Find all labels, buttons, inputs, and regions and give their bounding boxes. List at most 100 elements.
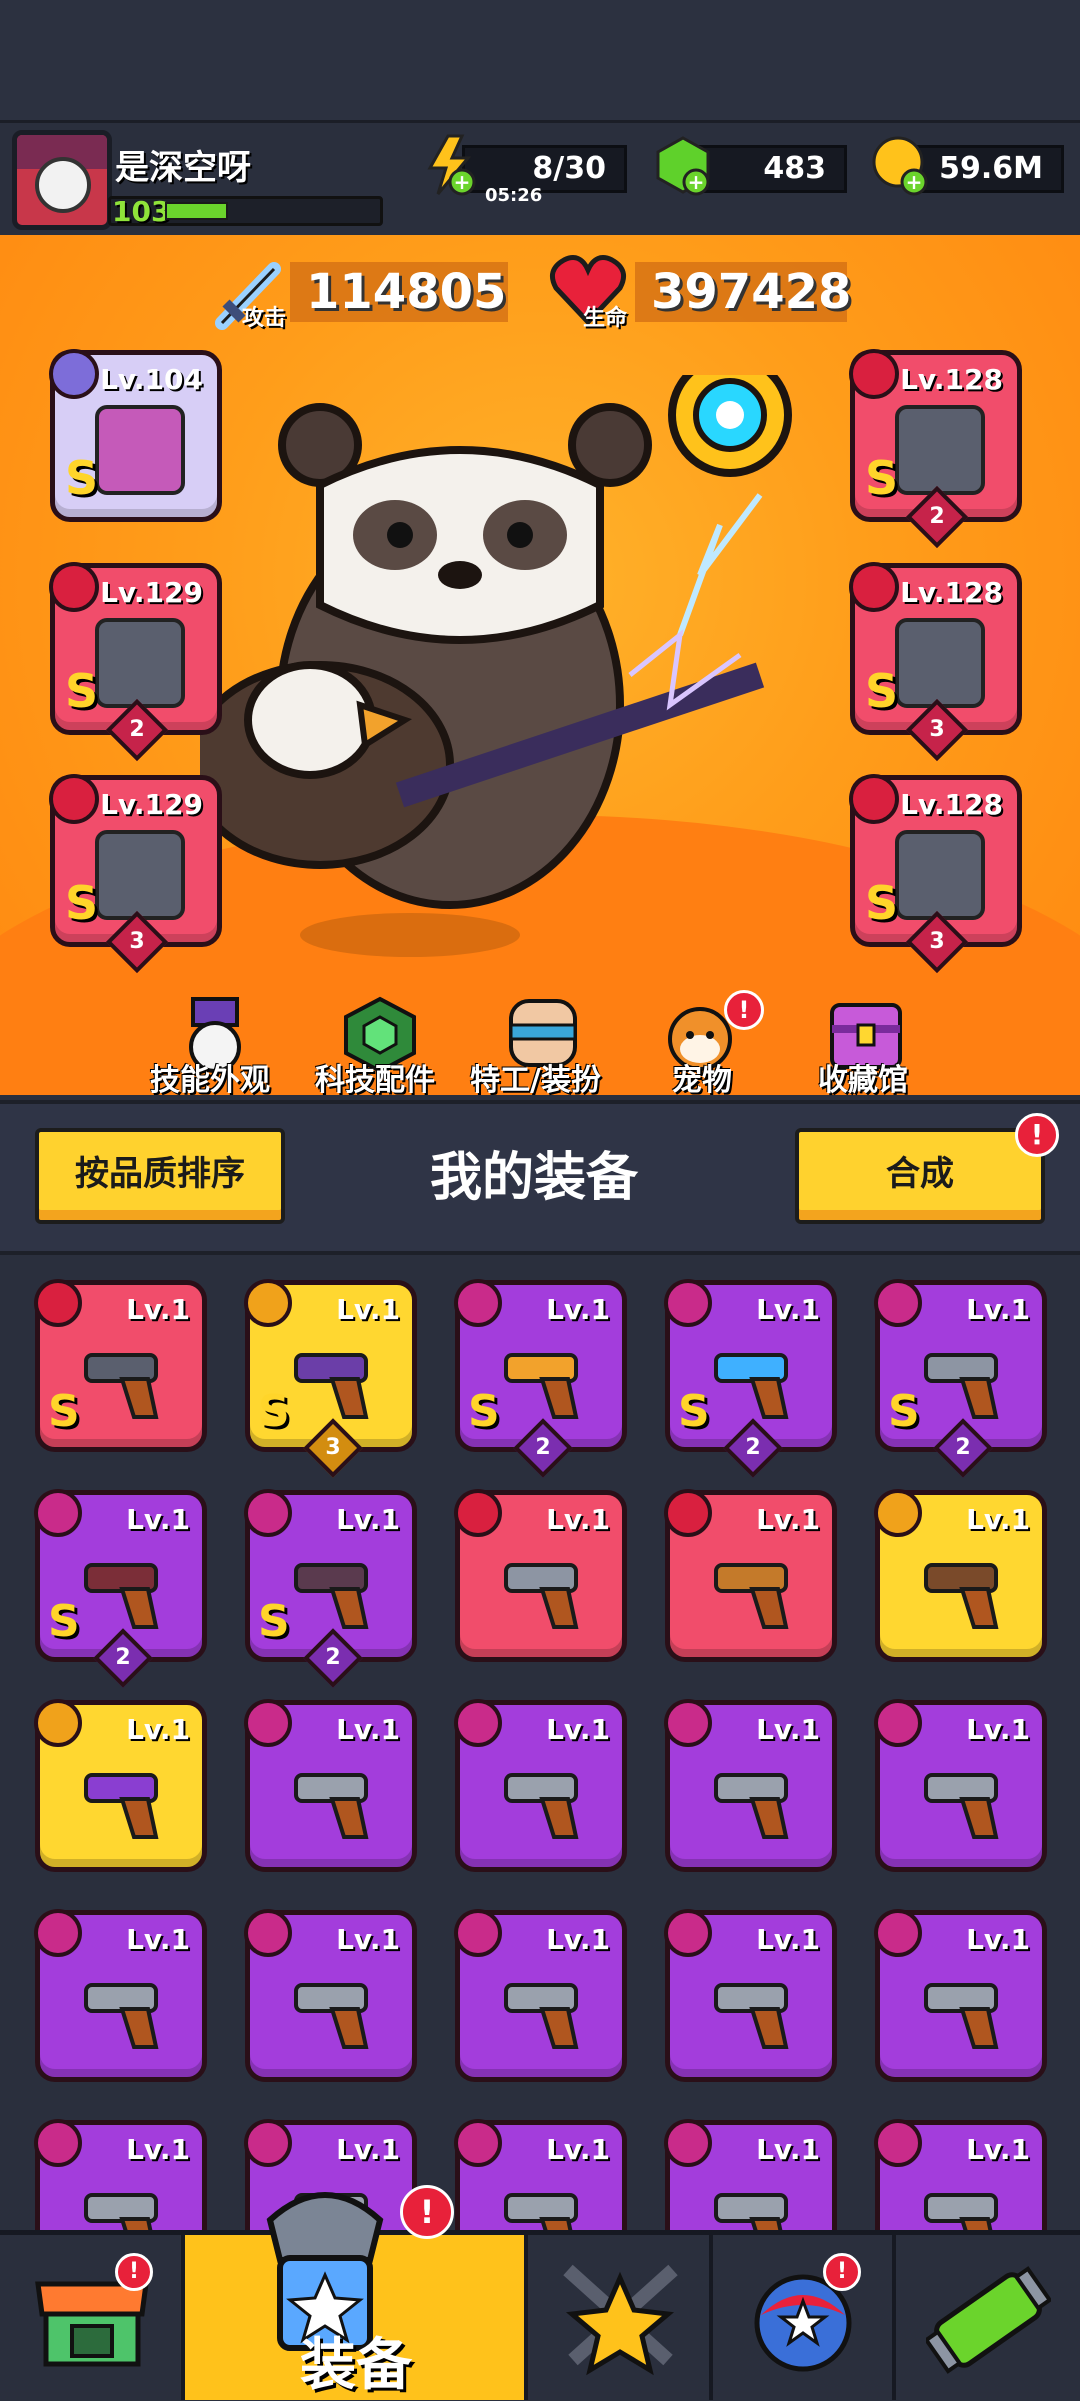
menu-skill-skin[interactable]: 技能外观 xyxy=(150,1055,270,1099)
nav-gene[interactable] xyxy=(896,2235,1080,2400)
inventory-item[interactable]: Lv.1 xyxy=(664,1489,837,1662)
slot-level: Lv.129 xyxy=(100,576,203,609)
belt-type-icon xyxy=(849,562,899,612)
slot-grade: S xyxy=(65,451,99,505)
inventory-item[interactable]: Lv.1 S xyxy=(34,1279,207,1452)
inventory-item[interactable]: Lv.1 xyxy=(34,1909,207,2082)
coin-icon[interactable]: + xyxy=(868,132,934,198)
revolver-icon xyxy=(288,1963,384,2053)
menu-collection[interactable]: 收藏馆 xyxy=(818,1055,908,1099)
armor-type-icon xyxy=(849,349,899,399)
inventory-item[interactable]: Lv.1 S 2 xyxy=(244,1489,417,1688)
item-type-icon xyxy=(664,1279,712,1327)
menu-agent-outfit[interactable]: 特工/装扮 xyxy=(470,1055,601,1099)
inventory-item[interactable]: Lv.1 xyxy=(454,1699,627,1872)
revolver-icon xyxy=(78,1963,174,2053)
item-type-icon xyxy=(244,1909,292,1957)
merge-button[interactable]: 合成 xyxy=(795,1128,1045,1224)
inventory-item[interactable]: Lv.1 xyxy=(454,1909,627,2082)
nav-talent[interactable]: ! xyxy=(713,2235,896,2400)
item-level: Lv.1 xyxy=(336,1923,400,1956)
item-type-icon xyxy=(34,2119,82,2167)
item-level: Lv.1 xyxy=(966,1293,1030,1326)
item-type-icon xyxy=(874,1699,922,1747)
player-level: 103 xyxy=(112,195,171,228)
star-badge: 2 xyxy=(513,1418,573,1478)
item-type-icon xyxy=(664,1909,712,1957)
shotgun-icon xyxy=(918,1543,1014,1633)
necklace-icon xyxy=(95,618,185,708)
inventory-item[interactable]: Lv.1 xyxy=(664,1909,837,2082)
item-level: Lv.1 xyxy=(966,1713,1030,1746)
menu-tech-parts[interactable]: 科技配件 xyxy=(315,1055,435,1099)
item-level: Lv.1 xyxy=(756,1713,820,1746)
lightning-icon[interactable]: + xyxy=(418,132,484,198)
item-type-icon xyxy=(454,1699,502,1747)
slot-level: Lv.129 xyxy=(100,788,203,821)
svg-text:+: + xyxy=(906,170,923,194)
menu-pets[interactable]: 宠物 xyxy=(672,1055,732,1099)
inventory-item[interactable]: Lv.1 S 2 xyxy=(664,1279,837,1478)
inventory-item[interactable]: Lv.1 xyxy=(664,1699,837,1872)
attack-value: 114805 xyxy=(290,262,508,322)
revolver-icon xyxy=(708,2173,804,2235)
item-level: Lv.1 xyxy=(966,1503,1030,1536)
equip-slot-boots[interactable]: Lv.128 S 3 xyxy=(849,774,1022,974)
item-type-icon xyxy=(454,1489,502,1537)
staff-icon xyxy=(95,405,185,495)
inventory-item[interactable]: Lv.1 xyxy=(244,1699,417,1872)
inventory-grid: Lv.1 S Lv.1 S 3 Lv.1 S 2 Lv.1 S 2 Lv.1 S 2 Lv.1 S 2 Lv.1 S… xyxy=(0,1255,1080,2235)
inventory-item[interactable]: Lv.1 xyxy=(874,1699,1047,1872)
slot-level: Lv.128 xyxy=(900,576,1003,609)
revolver-icon xyxy=(288,1753,384,1843)
inventory-item[interactable]: Lv.1 S 2 xyxy=(454,1279,627,1478)
star-badge: 2 xyxy=(303,1628,363,1688)
nav-battle[interactable] xyxy=(528,2235,713,2400)
necklace-type-icon xyxy=(49,562,99,612)
inventory-item[interactable]: Lv.1 S 2 xyxy=(874,1279,1047,1478)
armor-icon xyxy=(78,1333,174,1423)
nav-shop[interactable]: ! xyxy=(0,2235,185,2400)
inventory-item[interactable]: Lv.1 S 2 xyxy=(34,1489,207,1688)
equip-slot-gloves[interactable]: Lv.129 S 3 xyxy=(49,774,222,974)
player-avatar[interactable] xyxy=(12,130,112,230)
inventory-item[interactable]: Lv.1 xyxy=(454,1489,627,1662)
inventory-item[interactable]: Lv.1 xyxy=(34,1699,207,1872)
slot-grade: S xyxy=(865,664,899,718)
inventory-item[interactable]: Lv.1 xyxy=(664,2119,837,2235)
item-level: Lv.1 xyxy=(126,1503,190,1536)
revolver-icon xyxy=(708,1753,804,1843)
sort-by-quality-button[interactable]: 按品质排序 xyxy=(35,1128,285,1224)
item-type-icon xyxy=(34,1699,82,1747)
level-progress-fill xyxy=(165,202,228,220)
equip-slot-belt[interactable]: Lv.128 S 3 xyxy=(849,562,1022,762)
item-type-icon xyxy=(874,2119,922,2167)
item-type-icon xyxy=(454,1279,502,1327)
bag-title: 我的装备 xyxy=(430,1148,639,1208)
inventory-item[interactable]: Lv.1 xyxy=(874,1909,1047,2082)
item-type-icon xyxy=(874,1909,922,1957)
svg-text:+: + xyxy=(454,170,471,194)
revolver-icon xyxy=(708,1963,804,2053)
equip-slot-necklace[interactable]: Lv.129 S 2 xyxy=(49,562,222,762)
water-gun-icon xyxy=(708,1333,804,1423)
item-type-icon xyxy=(34,1909,82,1957)
item-level: Lv.1 xyxy=(756,2133,820,2166)
torch-icon xyxy=(708,1543,804,1633)
item-grade: S xyxy=(888,1386,920,1437)
inventory-item[interactable]: Lv.1 xyxy=(454,2119,627,2235)
item-grade: S xyxy=(48,1596,80,1647)
equip-slot-weapon[interactable]: Lv.104 S xyxy=(49,349,222,522)
inventory-item[interactable]: Lv.1 xyxy=(874,2119,1047,2235)
item-level: Lv.1 xyxy=(546,2133,610,2166)
equip-slot-armor[interactable]: Lv.128 S 2 xyxy=(849,349,1022,549)
inventory-item[interactable]: Lv.1 S 3 xyxy=(244,1279,417,1478)
inventory-item[interactable]: Lv.1 xyxy=(34,2119,207,2235)
inventory-item[interactable]: Lv.1 xyxy=(244,1909,417,2082)
star-badge: 2 xyxy=(723,1418,783,1478)
health-label: 生命 xyxy=(583,306,628,331)
gene-battery-icon xyxy=(926,2266,1051,2374)
gem-icon[interactable]: + xyxy=(650,132,716,198)
slot-grade: S xyxy=(865,876,899,930)
inventory-item[interactable]: Lv.1 xyxy=(874,1489,1047,1662)
